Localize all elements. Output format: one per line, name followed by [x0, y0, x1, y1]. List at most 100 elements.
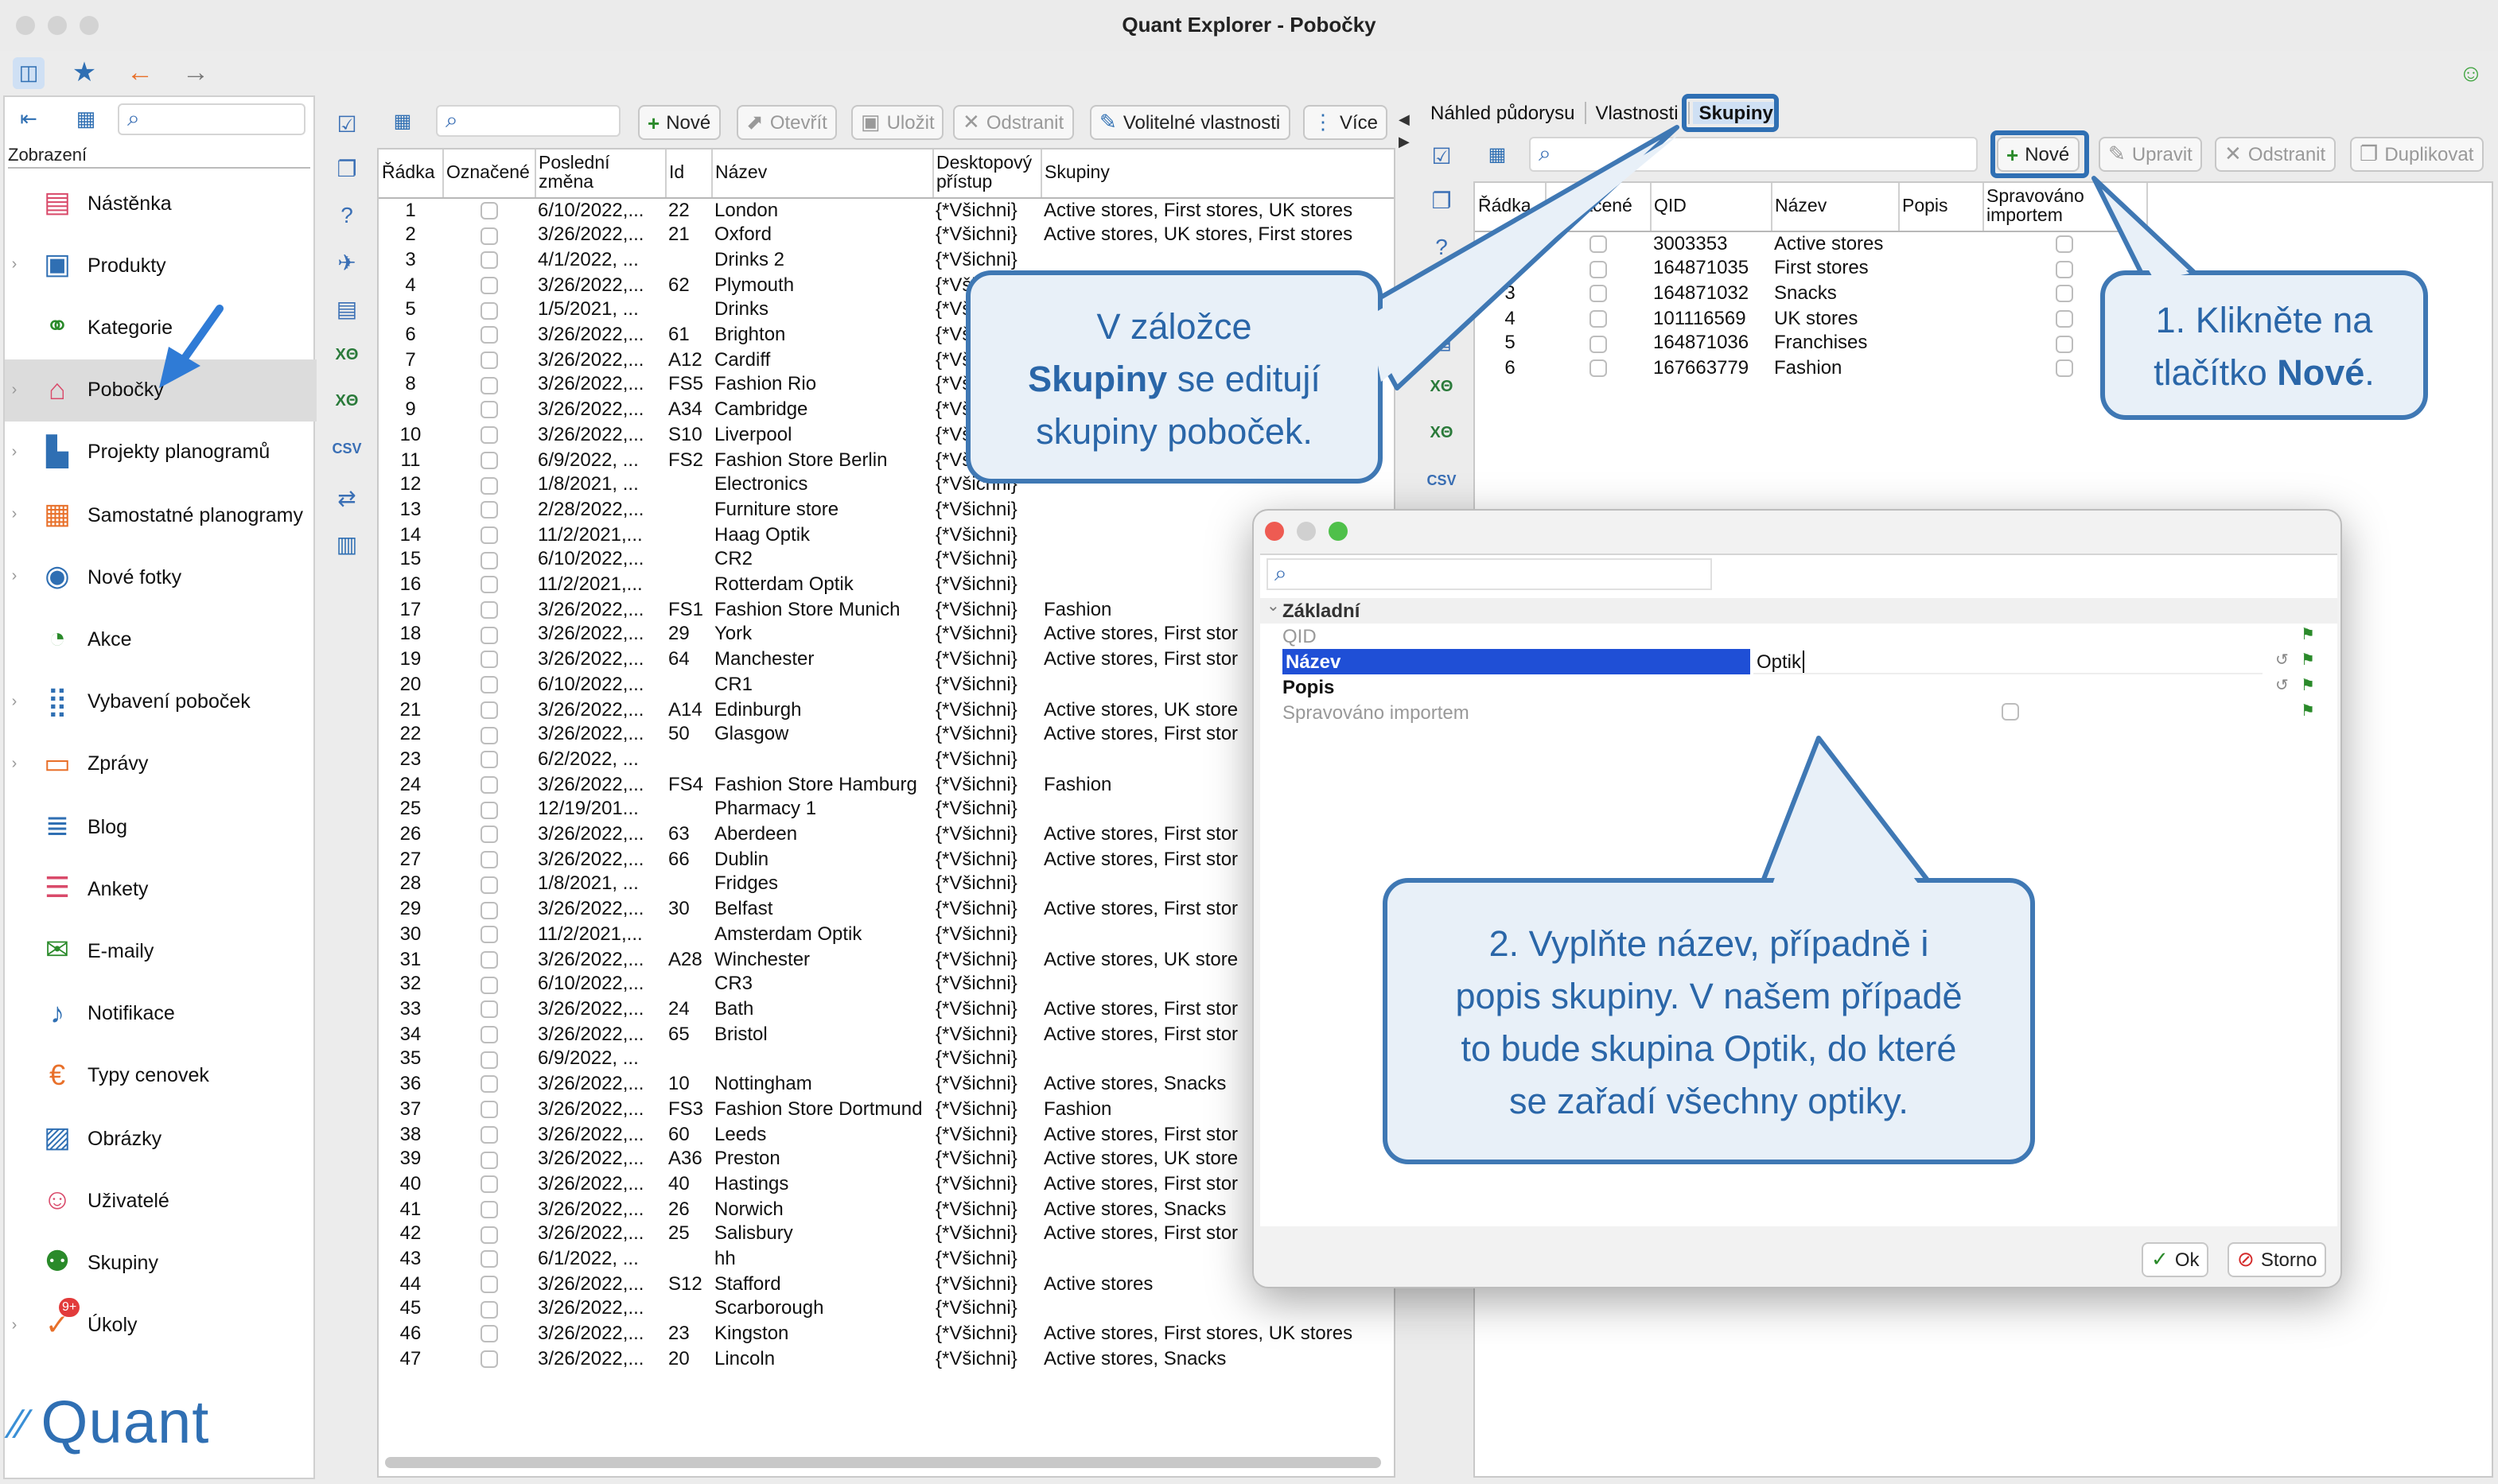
table-row[interactable]: 18 3/26/2022,... 29 York {*Všichni} Active st…: [379, 623, 1394, 647]
row-checkbox[interactable]: [480, 576, 497, 594]
sidebar-item-8[interactable]: ◔ Akce: [5, 608, 317, 670]
row-checkbox[interactable]: [480, 1000, 497, 1019]
table-row[interactable]: 38 3/26/2022,... 60 Leeds {*Všichni} Active s…: [379, 1122, 1394, 1147]
map-pin-icon[interactable]: ✈: [331, 247, 363, 278]
stores-column-header[interactable]: Označené: [442, 150, 535, 198]
row-checkbox[interactable]: [480, 227, 497, 245]
sidebar-toggle-icon[interactable]: ◫: [13, 57, 45, 89]
table-row[interactable]: 24 3/26/2022,... FS4 Fashion Store Hamburg {…: [379, 772, 1394, 797]
sidebar-item-10[interactable]: › ▭ Zprávy: [5, 733, 317, 795]
sidebar-item-12[interactable]: ☰ Ankety: [5, 857, 317, 919]
row-checkbox[interactable]: [480, 501, 497, 519]
row-checkbox[interactable]: [480, 976, 497, 994]
table-row[interactable]: 26 3/26/2022,... 63 Aberdeen {*Všichni} Activ…: [379, 822, 1394, 847]
row-checkbox[interactable]: [480, 826, 497, 844]
dialog-close-button[interactable]: [1265, 522, 1284, 541]
stores-table-view-icon[interactable]: ▦: [388, 107, 417, 135]
table-row[interactable]: 25 12/19/201... Pharmacy 1 {*Všichni}: [379, 798, 1394, 822]
table-row[interactable]: 36 3/26/2022,... 10 Nottingham {*Všichni} Act…: [379, 1072, 1394, 1097]
table-row[interactable]: 31 3/26/2022,... A28 Winchester {*Všichni} Ac…: [379, 947, 1394, 972]
description-field[interactable]: [1753, 674, 2263, 700]
chevron-right-icon[interactable]: ›: [5, 756, 24, 773]
groups-remove-button[interactable]: ✕ Odstranit: [2215, 137, 2336, 172]
table-row[interactable]: 45 3/26/2022,... Scarborough {*Všichni}: [379, 1297, 1394, 1322]
groups-column-header[interactable]: Popis: [1898, 183, 1983, 231]
table-row[interactable]: 22 3/26/2022,... 50 Glasgow {*Všichni} Active…: [379, 723, 1394, 748]
sidebar-search-input[interactable]: ⌕: [118, 103, 305, 135]
row-checkbox[interactable]: [480, 1276, 497, 1294]
table-row[interactable]: 37 3/26/2022,... FS3 Fashion Store Dortmund…: [379, 1097, 1394, 1122]
sidebar-collapse-icon[interactable]: ⇤: [13, 105, 45, 134]
sidebar-item-13[interactable]: ✉ E-maily: [5, 920, 317, 982]
dialog-minimize-button[interactable]: [1297, 522, 1316, 541]
table-row[interactable]: 33 3/26/2022,... 24 Bath {*Všichni} Active st…: [379, 997, 1394, 1022]
sidebar-item-15[interactable]: € Typy cenovek: [5, 1045, 317, 1107]
row-checkbox[interactable]: [480, 476, 497, 495]
chevron-right-icon[interactable]: ›: [5, 256, 24, 274]
groups-duplicate-button[interactable]: ❐ Duplikovat: [2350, 137, 2484, 172]
csv-icon[interactable]: CSV: [331, 433, 363, 464]
chevron-right-icon[interactable]: ›: [5, 506, 24, 523]
name-field[interactable]: Optik: [1753, 649, 2263, 674]
import-managed-checkbox[interactable]: [2002, 703, 2019, 721]
row-checkbox[interactable]: [480, 801, 497, 819]
row-checkbox[interactable]: [480, 751, 497, 769]
import-checkbox[interactable]: [2056, 309, 2073, 328]
row-checkbox[interactable]: [480, 851, 497, 869]
table-row[interactable]: 15 6/10/2022,... CR2 {*Všichni}: [379, 548, 1394, 573]
table-row[interactable]: 32 6/10/2022,... CR3 {*Všichni}: [379, 973, 1394, 997]
undo-icon[interactable]: ↺: [2275, 649, 2289, 674]
row-checkbox[interactable]: [480, 601, 497, 620]
row-checkbox[interactable]: [480, 1325, 497, 1343]
stores-horizontal-scrollbar[interactable]: [385, 1457, 1381, 1468]
sidebar-item-16[interactable]: ▨ Obrázky: [5, 1107, 317, 1169]
row-checkbox[interactable]: [480, 1250, 497, 1268]
table-row[interactable]: 43 6/1/2022, ... hh {*Všichni}: [379, 1247, 1394, 1272]
sidebar-item-9[interactable]: › ⣿ Vybavení poboček: [5, 670, 317, 732]
table-row[interactable]: 21 3/26/2022,... A14 Edinburgh {*Všichni} Act…: [379, 697, 1394, 722]
stores-column-header[interactable]: Id: [665, 150, 712, 198]
chart-icon[interactable]: ▥: [331, 528, 363, 560]
table-row[interactable]: 47 3/26/2022,... 20 Lincoln {*Všichni} Active…: [379, 1347, 1394, 1372]
reset-icon[interactable]: ⚑: [2301, 624, 2315, 649]
dialog-search-input[interactable]: ⌕: [1267, 558, 1712, 590]
sidebar-item-14[interactable]: ♪ Notifikace: [5, 982, 317, 1044]
sidebar-item-7[interactable]: › ◉ Nové fotky: [5, 546, 317, 608]
row-checkbox[interactable]: [480, 376, 497, 394]
import-checkbox[interactable]: [2056, 285, 2073, 303]
sidebar-item-11[interactable]: ≣ Blog: [5, 795, 317, 857]
row-checkbox[interactable]: [480, 776, 497, 794]
row-checkbox[interactable]: [480, 1026, 497, 1044]
copy-icon[interactable]: ❐: [331, 153, 363, 185]
table-row[interactable]: 19 3/26/2022,... 64 Manchester {*Všichni} Act…: [379, 647, 1394, 672]
import-checkbox[interactable]: [2056, 335, 2073, 353]
stores-search-input[interactable]: ⌕: [436, 105, 621, 137]
reset-icon[interactable]: ⚑: [2301, 649, 2315, 674]
stores-new-button[interactable]: + Nové: [638, 105, 721, 140]
row-checkbox[interactable]: [480, 301, 497, 320]
table-row[interactable]: 39 3/26/2022,... A36 Preston {*Všichni} Activ…: [379, 1147, 1394, 1171]
sidebar-item-1[interactable]: ▤ Nástěnka: [5, 172, 317, 234]
row-checkbox[interactable]: [480, 401, 497, 419]
dialog-zoom-button[interactable]: [1329, 522, 1348, 541]
import-checkbox[interactable]: [2056, 260, 2073, 278]
table-row[interactable]: 29 3/26/2022,... 30 Belfast {*Všichni} Active…: [379, 897, 1394, 922]
import-checkbox[interactable]: [2056, 235, 2073, 253]
row-checkbox[interactable]: [480, 1175, 497, 1194]
table-row[interactable]: 46 3/26/2022,... 23 Kingston {*Všichni} Activ…: [379, 1322, 1394, 1346]
stores-column-header[interactable]: Poslední změna: [535, 150, 666, 198]
table-row[interactable]: 23 6/2/2022, ... {*Všichni}: [379, 748, 1394, 772]
select-all-icon[interactable]: ☑: [331, 108, 363, 140]
table-row[interactable]: 41 3/26/2022,... 26 Norwich {*Všichni} Active…: [379, 1197, 1394, 1222]
row-checkbox[interactable]: [480, 901, 497, 919]
stores-open-button[interactable]: ⬈ Otevřít: [737, 105, 837, 140]
table-row[interactable]: 40 3/26/2022,... 40 Hastings {*Všichni} Activ…: [379, 1172, 1394, 1197]
row-checkbox[interactable]: [480, 551, 497, 569]
table-row[interactable]: 14 11/2/2021,... Haag Optik {*Všichni}: [379, 523, 1394, 547]
undo-icon[interactable]: ↺: [2275, 674, 2289, 700]
row-checkbox[interactable]: [480, 1075, 497, 1094]
stores-column-header[interactable]: Řádka: [379, 150, 443, 198]
sidebar-item-2[interactable]: › ▣ Produkty: [5, 234, 317, 296]
sidebar-item-6[interactable]: › ▦ Samostatné planogramy: [5, 484, 317, 546]
list-icon[interactable]: ▤: [331, 293, 363, 324]
